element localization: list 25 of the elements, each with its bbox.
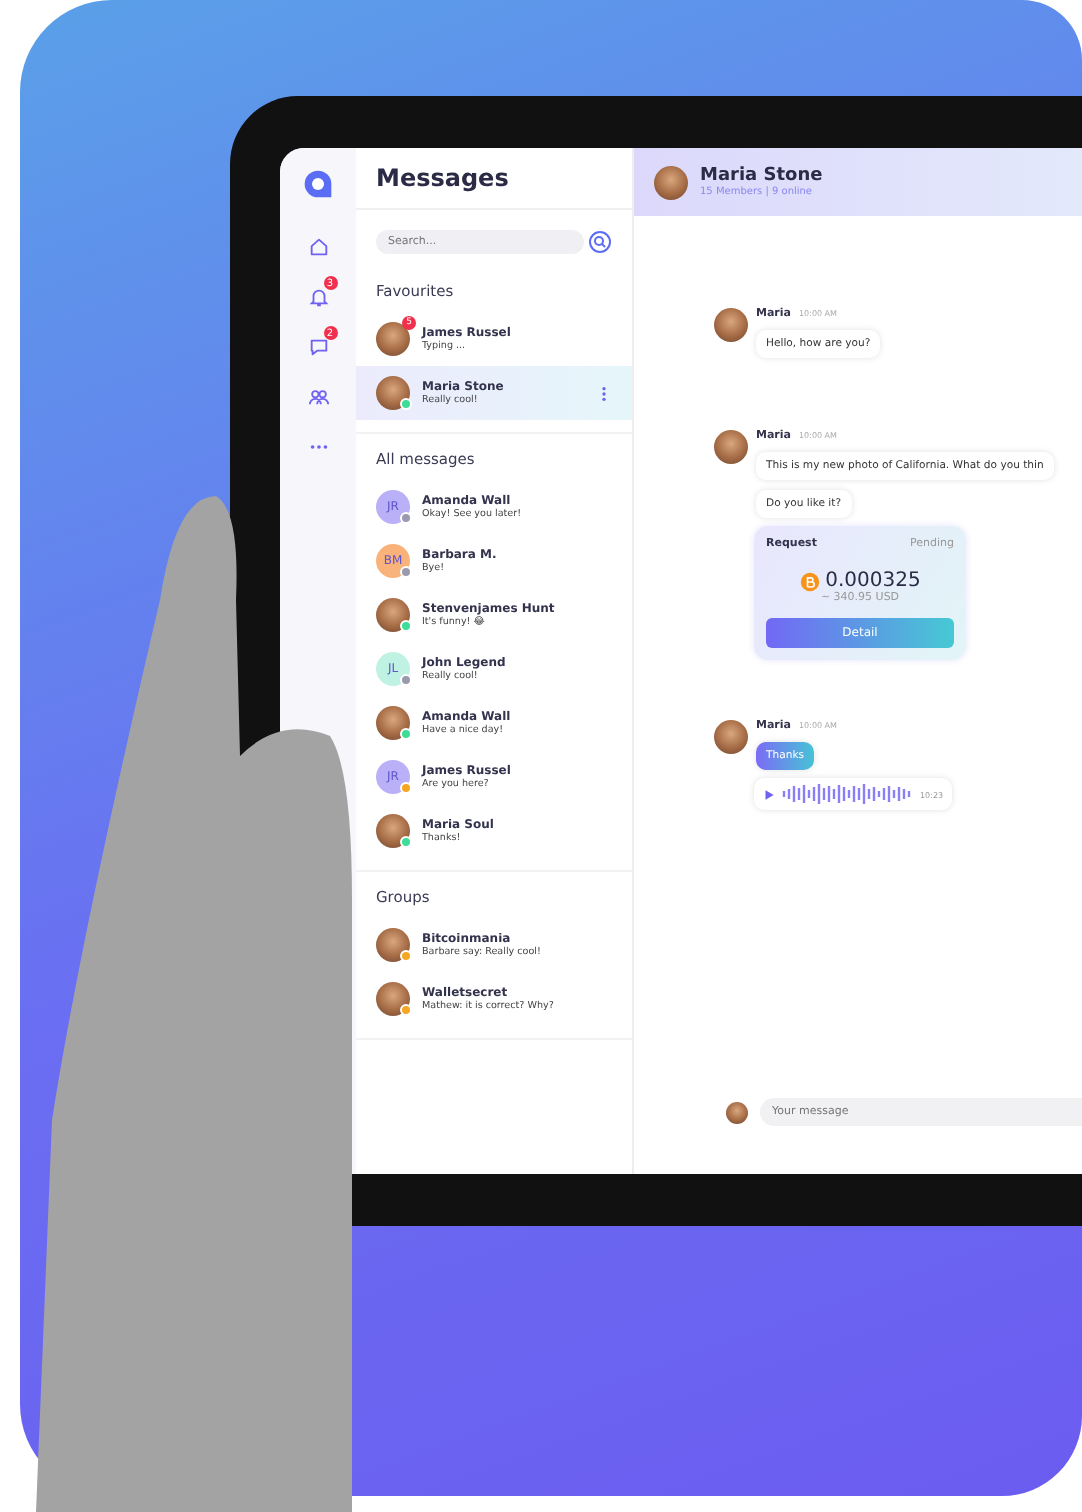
people-icon[interactable] [307, 386, 329, 408]
avatar [376, 814, 410, 848]
play-icon[interactable] [762, 787, 776, 801]
search-icon[interactable] [588, 230, 612, 254]
waveform-drawing [782, 784, 914, 804]
avatar [654, 165, 688, 199]
avatar [714, 308, 748, 342]
avatar [726, 1101, 748, 1123]
chat-icon[interactable] [307, 336, 329, 358]
more-icon[interactable] [596, 383, 612, 403]
avatar [714, 430, 748, 464]
bell-icon[interactable] [307, 286, 329, 308]
avatar [376, 982, 410, 1016]
avatar [376, 322, 410, 356]
panel-title: Messages [376, 164, 511, 192]
avatar [376, 928, 410, 962]
chat-title: Maria Stone [700, 166, 823, 186]
logo-icon [302, 168, 334, 200]
avatar [376, 598, 410, 632]
avatar [714, 720, 748, 754]
coin-icon [799, 571, 820, 591]
avatar [376, 376, 410, 410]
avatar [376, 706, 410, 740]
home-icon[interactable] [307, 236, 329, 258]
crypto-amount: 0.000325 [825, 570, 921, 592]
